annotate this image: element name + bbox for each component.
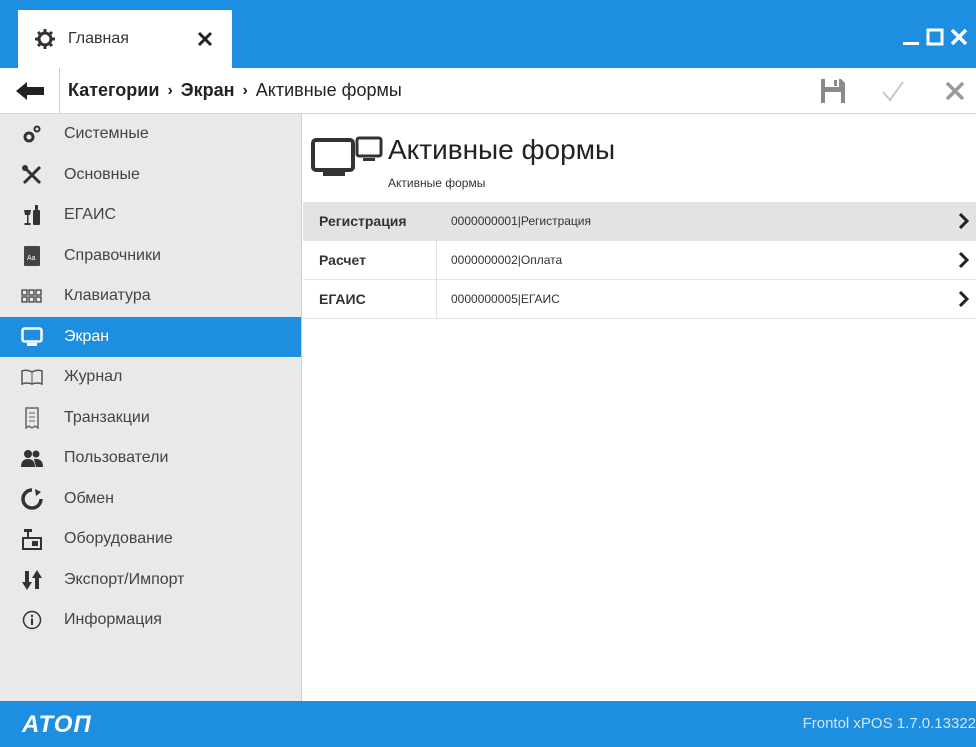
sidebar-item-label: Экран <box>64 327 110 345</box>
cancel-icon[interactable] <box>940 76 970 106</box>
sidebar-item-egais[interactable]: ЕГАИС <box>0 195 301 236</box>
sidebar-item-label: Информация <box>64 611 162 629</box>
sync-icon <box>20 487 44 511</box>
sidebar-item-label: Экспорт/Импорт <box>64 570 185 588</box>
sidebar-item-label: Обмен <box>64 489 114 507</box>
sidebar-item-basic[interactable]: Основные <box>0 155 301 196</box>
breadcrumb-item-categories[interactable]: Категории <box>68 80 159 101</box>
row-value: 0000000001|Регистрация <box>451 214 592 228</box>
book-icon: Aa <box>20 244 44 268</box>
svg-text:Aa: Aa <box>27 255 36 262</box>
keyboard-icon <box>20 284 44 308</box>
sidebar-item-label: Транзакции <box>64 408 150 426</box>
chevron-right-icon[interactable] <box>952 252 976 268</box>
sidebar-item-label: Оборудование <box>64 530 173 548</box>
arrow-left-icon <box>15 81 44 100</box>
breadcrumb-item-screen[interactable]: Экран <box>181 80 235 101</box>
tab-main[interactable]: Главная <box>18 10 232 68</box>
minimize-icon[interactable] <box>900 26 922 48</box>
table-row[interactable]: Расчет 0000000002|Оплата <box>303 241 976 280</box>
receipt-icon <box>20 406 44 430</box>
save-icon[interactable] <box>818 76 848 106</box>
sidebar-item-label: Системные <box>64 125 149 143</box>
sidebar: Системные Основные ЕГАИС Aa Справочники … <box>0 114 302 701</box>
sidebar-item-label: Клавиатура <box>64 287 151 305</box>
bottles-icon <box>20 203 44 227</box>
back-button[interactable] <box>0 67 60 114</box>
export-import-icon <box>20 568 44 592</box>
check-icon[interactable] <box>878 76 908 106</box>
close-tab-icon[interactable] <box>194 28 216 50</box>
row-key: ЕГАИС <box>303 280 437 318</box>
row-value: 0000000005|ЕГАИС <box>451 292 560 306</box>
close-icon[interactable] <box>948 26 970 48</box>
sidebar-item-label: Журнал <box>64 368 123 386</box>
sidebar-item-references[interactable]: Aa Справочники <box>0 236 301 277</box>
chevron-right-icon[interactable] <box>952 291 976 307</box>
maximize-icon[interactable] <box>924 26 946 48</box>
row-key: Расчет <box>303 241 437 279</box>
gear-icon <box>34 28 56 50</box>
sidebar-item-exchange[interactable]: Обмен <box>0 479 301 520</box>
monitor-icon <box>20 325 44 349</box>
info-icon <box>20 608 44 632</box>
cash-register-icon <box>20 527 44 551</box>
page-subtitle: Активные формы <box>388 176 486 190</box>
tab-label: Главная <box>68 30 129 47</box>
table-row[interactable]: Регистрация 0000000001|Регистрация <box>303 202 976 241</box>
sidebar-item-export-import[interactable]: Экспорт/Импорт <box>0 560 301 601</box>
journal-icon <box>20 365 44 389</box>
sidebar-item-label: ЕГАИС <box>64 206 116 224</box>
sidebar-item-users[interactable]: Пользователи <box>0 438 301 479</box>
sidebar-item-label: Пользователи <box>64 449 169 467</box>
tools-icon <box>20 163 44 187</box>
version-label: Frontol xPOS 1.7.0.13322 <box>802 715 976 732</box>
gears-icon <box>20 122 44 146</box>
main-content: Активные формы Активные формы Регистраци… <box>303 114 976 701</box>
sidebar-item-system[interactable]: Системные <box>0 114 301 155</box>
sidebar-item-equipment[interactable]: Оборудование <box>0 519 301 560</box>
page-title: Активные формы <box>388 134 616 165</box>
sidebar-item-label: Основные <box>64 165 140 183</box>
breadcrumb-item-active-forms: Активные формы <box>255 80 402 100</box>
sidebar-item-keyboard[interactable]: Клавиатура <box>0 276 301 317</box>
breadcrumb-separator: › <box>167 81 173 99</box>
sidebar-item-information[interactable]: Информация <box>0 600 301 641</box>
row-key: Регистрация <box>303 202 437 240</box>
chevron-right-icon[interactable] <box>952 213 976 229</box>
breadcrumb: Категории › Экран › Активные формы <box>60 80 402 101</box>
table-row[interactable]: ЕГАИС 0000000005|ЕГАИС <box>303 280 976 319</box>
sidebar-item-label: Справочники <box>64 246 161 264</box>
monitors-icon <box>311 132 383 180</box>
section-header: Активные формы Активные формы <box>303 114 976 202</box>
status-bar: ATOΠ Frontol xPOS 1.7.0.13322 <box>0 701 976 747</box>
forms-table: Регистрация 0000000001|Регистрация Расче… <box>303 202 976 319</box>
sidebar-item-screen[interactable]: Экран <box>0 316 301 357</box>
title-bar: Главная <box>0 0 976 68</box>
sidebar-item-journal[interactable]: Журнал <box>0 357 301 398</box>
row-value: 0000000002|Оплата <box>451 253 563 267</box>
atol-logo: ATOΠ <box>22 711 92 738</box>
breadcrumb-separator: › <box>242 81 248 99</box>
users-icon <box>20 446 44 470</box>
sidebar-item-transactions[interactable]: Транзакции <box>0 398 301 439</box>
